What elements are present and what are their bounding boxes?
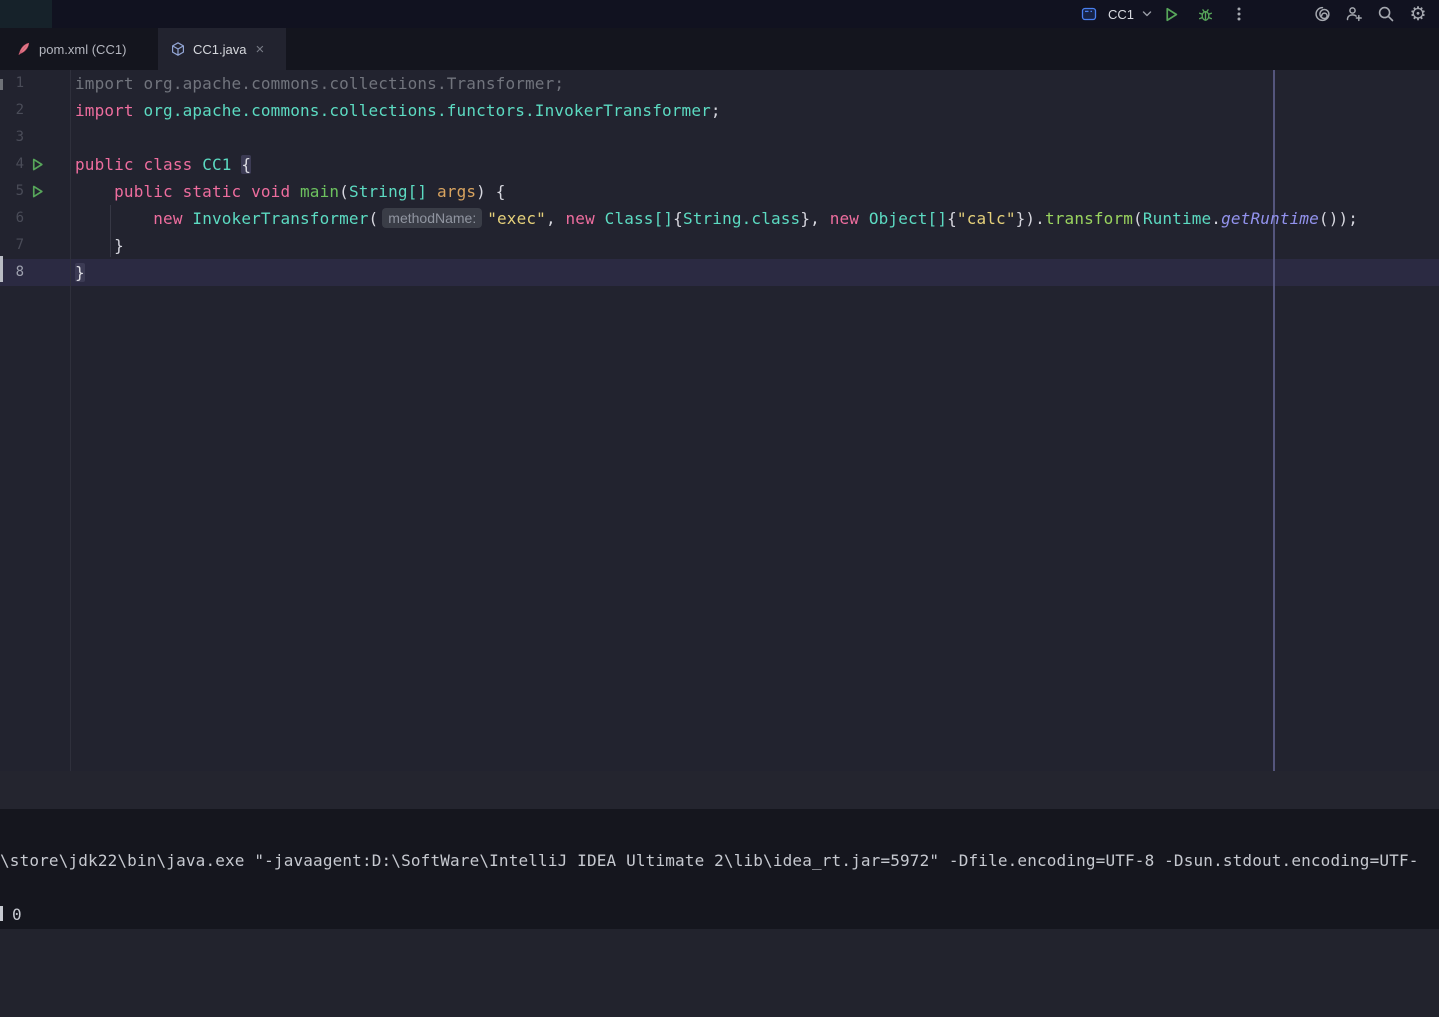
run-toolwindow-header	[0, 771, 1439, 809]
code-line: 3	[0, 124, 1439, 151]
code-token-brace-highlight: }	[75, 263, 85, 282]
run-gutter-icon[interactable]	[30, 157, 46, 173]
line-number: 1	[0, 70, 24, 97]
project-name: CC1	[1108, 7, 1134, 22]
code-token: ,	[546, 209, 566, 228]
code-token: InvokerTransformer	[192, 209, 368, 228]
line-number: 3	[0, 124, 24, 151]
code-token	[232, 155, 242, 174]
code-token: transform	[1045, 209, 1133, 228]
code-token: }).	[1016, 209, 1045, 228]
code-token: new	[566, 209, 605, 228]
tab-pom-xml[interactable]: pom.xml (CC1)	[0, 28, 164, 70]
code-token: Object[]	[869, 209, 947, 228]
tab-cc1-java[interactable]: CC1.java ×	[158, 28, 286, 70]
code-token: getRuntime	[1221, 209, 1319, 228]
ai-spiral-icon[interactable]	[1309, 1, 1335, 27]
code-token: String.class	[683, 209, 800, 228]
run-play-icon[interactable]	[1158, 1, 1184, 27]
search-icon[interactable]	[1373, 1, 1399, 27]
code-with-me-icon[interactable]	[1341, 1, 1367, 27]
run-gutter-icon[interactable]	[30, 184, 46, 200]
code-token: },	[800, 209, 829, 228]
code-token: ());	[1319, 209, 1358, 228]
line-number: 7	[0, 232, 24, 259]
code-token: (	[369, 209, 379, 228]
code-token: (	[1133, 209, 1143, 228]
maven-feather-icon	[16, 41, 32, 57]
code-token: new	[153, 209, 192, 228]
edge-artifact	[0, 79, 3, 90]
code-token: org.apache.commons.collections.functors.…	[134, 101, 711, 120]
code-token: Class[]	[605, 209, 673, 228]
code-line: 7 }	[0, 232, 1439, 259]
code-token: args	[437, 182, 476, 201]
code-token: ) {	[476, 182, 505, 201]
editor-tab-bar: pom.xml (CC1) CC1.java ×	[0, 28, 1439, 70]
ide-window: CC1	[0, 0, 1439, 1017]
tab-label: CC1.java	[193, 42, 246, 57]
code-line: 4 public class CC1 {	[0, 151, 1439, 178]
code-token: import org.apache.commons.collections.Tr…	[75, 74, 564, 93]
code-token: public static void	[114, 182, 300, 201]
code-token: ;	[711, 101, 721, 120]
code-line: 8 }	[0, 259, 1439, 286]
main-toolbar: CC1	[0, 0, 1439, 28]
settings-gear-icon[interactable]: ⚙	[1405, 1, 1431, 27]
code-token: .	[1211, 209, 1221, 228]
code-token	[75, 182, 114, 201]
code-line: 2 import org.apache.commons.collections.…	[0, 97, 1439, 124]
code-line: 1 import org.apache.commons.collections.…	[0, 70, 1439, 97]
code-editor[interactable]: 1 import org.apache.commons.collections.…	[0, 70, 1439, 771]
line-number: 8	[0, 259, 24, 286]
code-token	[427, 182, 437, 201]
console-command-line: \store\jdk22\bin\java.exe "-javaagent:D:…	[0, 847, 1419, 874]
code-token: import	[75, 101, 134, 120]
run-console: \store\jdk22\bin\java.exe "-javaagent:D:…	[0, 809, 1439, 929]
line-number: 2	[0, 97, 24, 124]
debug-bug-icon[interactable]	[1192, 1, 1218, 27]
code-line: 5 public static void main(String[] args)…	[0, 178, 1439, 205]
code-token: Runtime	[1143, 209, 1211, 228]
code-token: "exec"	[487, 209, 546, 228]
line-number: 6	[0, 205, 24, 232]
edge-artifact	[0, 906, 3, 921]
more-vertical-icon[interactable]	[1226, 1, 1252, 27]
code-token	[75, 209, 153, 228]
tab-label: pom.xml (CC1)	[39, 42, 126, 57]
java-class-cube-icon	[170, 41, 186, 57]
code-token: }	[114, 236, 124, 255]
code-token-brace-highlight: {	[241, 155, 251, 174]
code-token: {	[947, 209, 957, 228]
code-token: CC1	[202, 155, 231, 174]
console-exit-code: 0	[12, 901, 22, 928]
line-number: 5	[0, 178, 24, 205]
line-number: 4	[0, 151, 24, 178]
chevron-down-icon	[1140, 1, 1154, 27]
code-token: public class	[75, 155, 202, 174]
code-line: 6 new InvokerTransformer(methodName:"exe…	[0, 205, 1439, 232]
code-token: main	[300, 182, 339, 201]
edge-artifact	[0, 256, 3, 282]
project-window-icon	[1076, 1, 1102, 27]
code-token: "calc"	[957, 209, 1016, 228]
code-token: (	[339, 182, 349, 201]
code-token: {	[673, 209, 683, 228]
parameter-hint: methodName:	[382, 208, 482, 228]
bottom-panel	[0, 929, 1439, 1017]
toolbar-left-block	[0, 0, 52, 28]
close-icon[interactable]: ×	[255, 42, 264, 57]
code-token	[75, 236, 114, 255]
project-widget[interactable]: CC1	[1076, 0, 1154, 28]
code-token: new	[830, 209, 869, 228]
code-token: String[]	[349, 182, 427, 201]
